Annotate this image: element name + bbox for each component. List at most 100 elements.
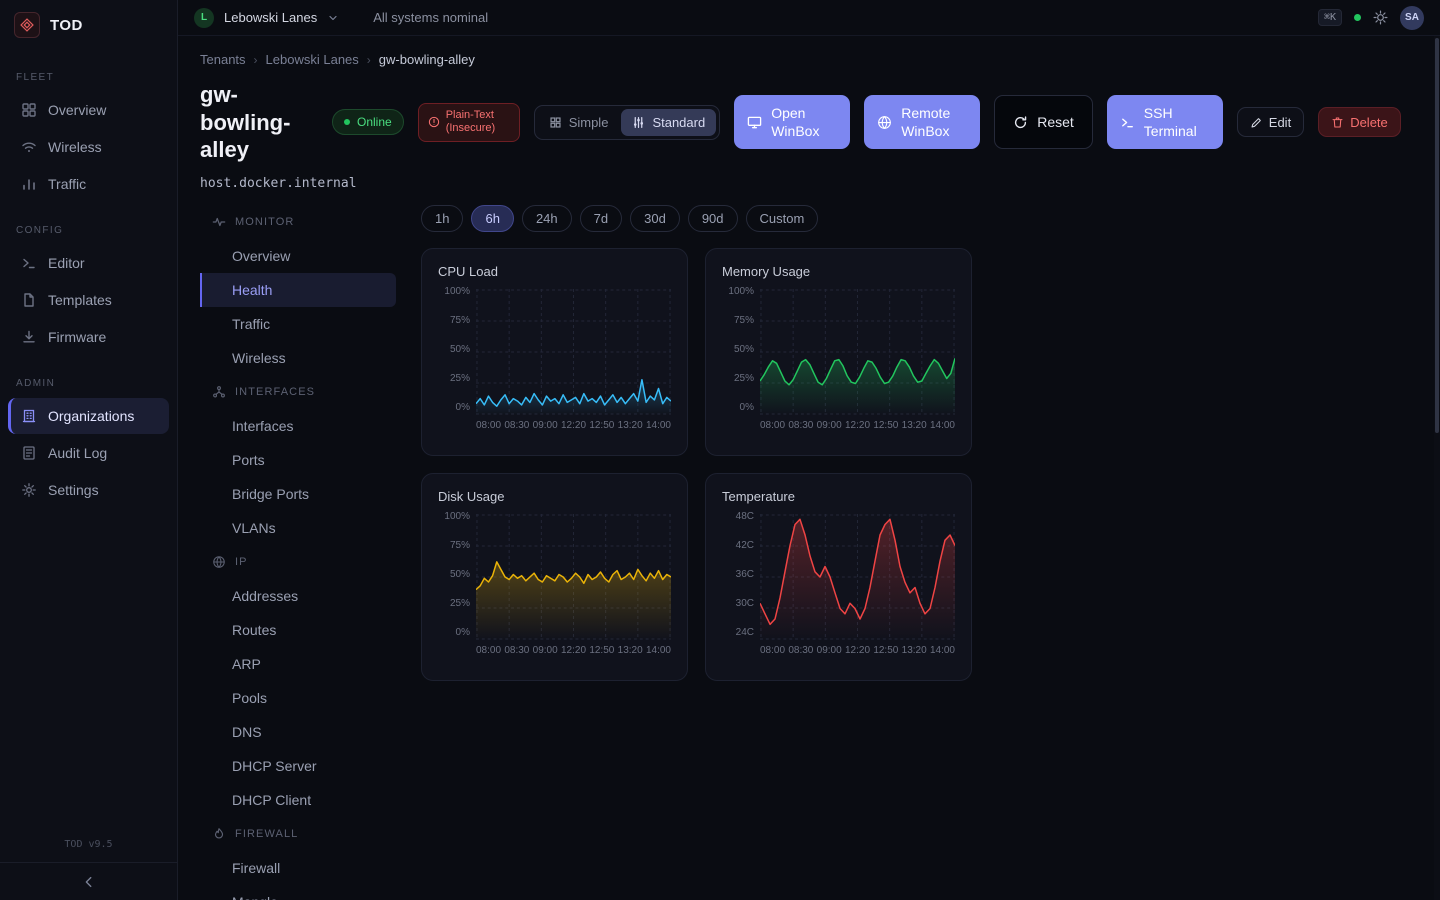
- app-root: TOD FLEET Overview Wireless Traffic CONF…: [0, 0, 1440, 900]
- y-tick: 100%: [444, 287, 470, 297]
- sidebar-item-label: Audit Log: [48, 445, 107, 461]
- sidebar-item-overview[interactable]: Overview: [8, 92, 169, 128]
- device-nav-item-dhcp-client[interactable]: DHCP Client: [200, 783, 396, 817]
- app-title: TOD: [50, 17, 83, 34]
- sidebar-item-organizations[interactable]: Organizations: [8, 398, 169, 434]
- x-tick: 12:50: [873, 645, 898, 656]
- device-nav-item-addresses[interactable]: Addresses: [200, 579, 396, 613]
- device-nav-item-ports[interactable]: Ports: [200, 443, 396, 477]
- device-nav-item-label: Wireless: [232, 350, 286, 366]
- y-tick: 0%: [740, 403, 754, 413]
- y-tick: 0%: [456, 403, 470, 413]
- sidebar-item-traffic[interactable]: Traffic: [8, 166, 169, 202]
- time-range-selector: 1h 6h 24h 7d 30d 90d Custom: [421, 205, 1440, 232]
- time-range-90d[interactable]: 90d: [688, 205, 738, 232]
- device-nav-item-label: Interfaces: [232, 418, 293, 434]
- device-nav-item-label: Ports: [232, 452, 265, 468]
- time-range-6h[interactable]: 6h: [471, 205, 513, 232]
- mode-option-standard[interactable]: Standard: [621, 109, 716, 136]
- breadcrumb-tenants[interactable]: Tenants: [200, 52, 246, 67]
- device-nav-item-wireless[interactable]: Wireless: [200, 341, 396, 375]
- device-nav-section-ip: IP: [200, 545, 396, 579]
- device-nav-item-routes[interactable]: Routes: [200, 613, 396, 647]
- grid-small-icon: [549, 116, 562, 129]
- page-scrollbar[interactable]: [1434, 36, 1440, 900]
- charts-grid: CPU Load 100%75%50%25%0% 08:0008:3009:00…: [421, 248, 1440, 681]
- ssh-terminal-button[interactable]: SSH Terminal: [1107, 95, 1223, 149]
- device-nav: MONITOR Overview Health Traffic Wireless…: [200, 205, 396, 900]
- y-tick: 24C: [736, 628, 754, 638]
- x-axis: 08:0008:3009:0012:2012:5013:2014:00: [722, 420, 955, 431]
- sidebar-item-label: Wireless: [48, 139, 102, 155]
- x-tick: 09:00: [817, 420, 842, 431]
- user-avatar[interactable]: SA: [1400, 6, 1424, 30]
- sidebar-item-firmware[interactable]: Firmware: [8, 319, 169, 355]
- device-nav-item-interfaces[interactable]: Interfaces: [200, 409, 396, 443]
- x-axis: 08:0008:3009:0012:2012:5013:2014:00: [722, 645, 955, 656]
- time-range-30d[interactable]: 30d: [630, 205, 680, 232]
- chart-card-cpu-load: CPU Load 100%75%50%25%0% 08:0008:3009:00…: [421, 248, 688, 456]
- breadcrumb-tenant[interactable]: Lebowski Lanes: [266, 52, 359, 67]
- device-nav-item-label: Mangle: [232, 894, 278, 900]
- device-nav-item-arp[interactable]: ARP: [200, 647, 396, 681]
- chevron-down-icon[interactable]: [327, 12, 339, 24]
- time-range-1h[interactable]: 1h: [421, 205, 463, 232]
- y-axis: 100%75%50%25%0%: [438, 512, 470, 638]
- x-tick: 13:20: [902, 420, 927, 431]
- device-nav-item-dns[interactable]: DNS: [200, 715, 396, 749]
- reset-button[interactable]: Reset: [994, 95, 1093, 149]
- sidebar-item-editor[interactable]: Editor: [8, 245, 169, 281]
- device-nav-item-label: DNS: [232, 724, 262, 740]
- sidebar-collapse-button[interactable]: [0, 862, 177, 900]
- chevron-left-icon: [82, 875, 96, 889]
- device-nav-item-vlans[interactable]: VLANs: [200, 511, 396, 545]
- device-nav-item-dhcp-server[interactable]: DHCP Server: [200, 749, 396, 783]
- device-nav-item-label: DHCP Server: [232, 758, 317, 774]
- theme-toggle-sun-icon[interactable]: [1373, 10, 1388, 25]
- sidebar-item-wireless[interactable]: Wireless: [8, 129, 169, 165]
- device-nav-item-label: Firewall: [232, 860, 280, 876]
- sidebar-item-settings[interactable]: Settings: [8, 472, 169, 508]
- delete-button[interactable]: Delete: [1318, 107, 1401, 137]
- device-nav-item-traffic[interactable]: Traffic: [200, 307, 396, 341]
- topbar: L Lebowski Lanes All systems nominal ⌘K …: [178, 0, 1440, 36]
- y-tick: 75%: [450, 316, 470, 326]
- reset-label: Reset: [1037, 114, 1074, 130]
- time-range-7d[interactable]: 7d: [580, 205, 622, 232]
- chart-title: Disk Usage: [438, 489, 671, 504]
- memory-usage-plot: [760, 289, 955, 415]
- tenant-selector[interactable]: Lebowski Lanes: [224, 10, 317, 25]
- x-tick: 14:00: [930, 645, 955, 656]
- x-tick: 08:30: [788, 420, 813, 431]
- remote-winbox-button[interactable]: Remote WinBox: [864, 95, 980, 149]
- x-tick: 12:20: [561, 420, 586, 431]
- terminal-icon: [1120, 115, 1135, 130]
- device-nav-item-firewall[interactable]: Firewall: [200, 851, 396, 885]
- device-nav-item-bridge-ports[interactable]: Bridge Ports: [200, 477, 396, 511]
- device-nav-item-pools[interactable]: Pools: [200, 681, 396, 715]
- disk-usage-plot: [476, 514, 671, 640]
- sidebar-item-templates[interactable]: Templates: [8, 282, 169, 318]
- sidebar-item-label: Settings: [48, 482, 99, 498]
- sliders-icon: [632, 116, 645, 129]
- y-tick: 50%: [450, 570, 470, 580]
- device-nav-item-mangle[interactable]: Mangle: [200, 885, 396, 900]
- edit-button[interactable]: Edit: [1237, 107, 1304, 137]
- time-range-custom[interactable]: Custom: [746, 205, 819, 232]
- y-tick: 36C: [736, 570, 754, 580]
- mode-option-simple[interactable]: Simple: [538, 109, 620, 136]
- sidebar-item-audit-log[interactable]: Audit Log: [8, 435, 169, 471]
- x-tick: 09:00: [533, 645, 558, 656]
- wifi-icon: [21, 139, 37, 155]
- device-nav-item-overview[interactable]: Overview: [200, 239, 396, 273]
- device-nav-item-label: Pools: [232, 690, 267, 706]
- x-tick: 14:00: [930, 420, 955, 431]
- x-tick: 12:20: [845, 420, 870, 431]
- x-tick: 08:00: [760, 420, 785, 431]
- scrollbar-thumb[interactable]: [1435, 38, 1439, 433]
- y-tick: 0%: [456, 628, 470, 638]
- open-winbox-button[interactable]: Open WinBox: [734, 95, 850, 149]
- command-palette-shortcut[interactable]: ⌘K: [1318, 9, 1342, 26]
- time-range-24h[interactable]: 24h: [522, 205, 572, 232]
- device-nav-item-health[interactable]: Health: [200, 273, 396, 307]
